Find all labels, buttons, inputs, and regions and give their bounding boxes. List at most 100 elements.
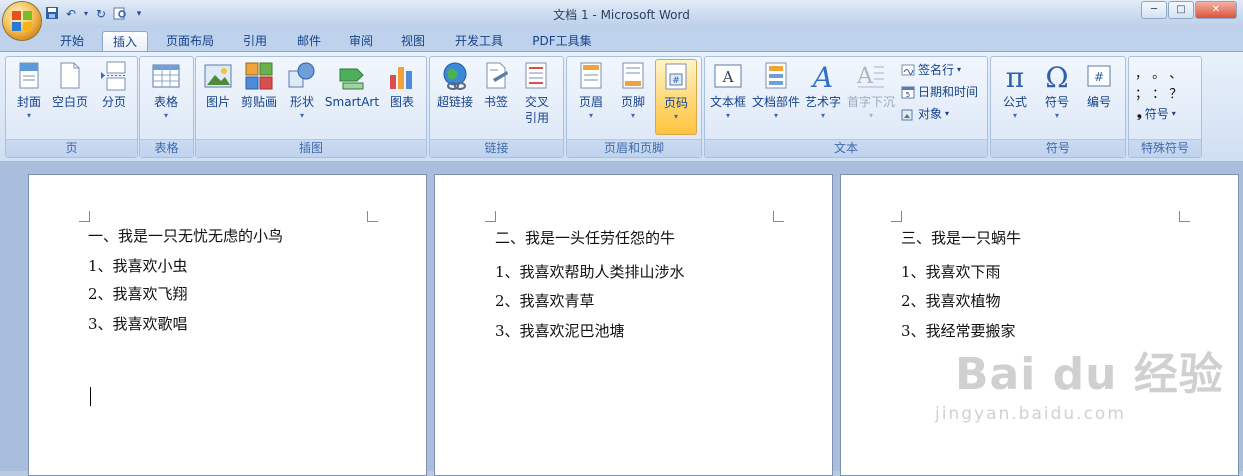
list-item: 1、我喜欢帮助人类排山涉水 bbox=[495, 263, 685, 281]
numbering-icon: # bbox=[1084, 61, 1114, 91]
crop-mark bbox=[485, 211, 496, 222]
omega-icon: Ω bbox=[1042, 61, 1072, 94]
cover-page-icon bbox=[14, 61, 44, 91]
window-controls: ─ □ ✕ bbox=[1141, 1, 1237, 19]
punctuation-row-1[interactable]: ， 。 、 bbox=[1135, 63, 1182, 82]
chart-icon bbox=[387, 61, 417, 91]
minimize-button[interactable]: ─ bbox=[1141, 1, 1167, 19]
tab-home[interactable]: 开始 bbox=[48, 31, 96, 51]
group-label-symbols: 符号 bbox=[991, 139, 1125, 157]
date-time-button[interactable]: 5 日期和时间 bbox=[901, 83, 978, 100]
globe-link-icon bbox=[440, 61, 470, 91]
document-page-2[interactable]: 二、我是一头任劳任怨的牛 1、我喜欢帮助人类排山涉水 2、我喜欢青草 3、我喜欢… bbox=[434, 174, 833, 476]
chevron-down-icon: ▾ bbox=[868, 111, 873, 120]
page-heading: 三、我是一只蜗牛 bbox=[901, 229, 1022, 247]
clipart-button[interactable]: 剪贴画 bbox=[238, 61, 280, 110]
drop-cap-button[interactable]: A 首字下沉 ▾ bbox=[845, 61, 897, 122]
picture-button[interactable]: 图片 bbox=[200, 61, 236, 110]
chevron-down-icon: ▾ bbox=[957, 65, 962, 74]
cover-page-button[interactable]: 封面 ▾ bbox=[10, 61, 48, 122]
group-symbols: π 公式 ▾ Ω 符号 ▾ # 编号 符号 bbox=[990, 56, 1126, 158]
close-button[interactable]: ✕ bbox=[1195, 1, 1237, 19]
list-item: 2、我喜欢青草 bbox=[495, 292, 595, 310]
svg-text:Ω: Ω bbox=[1045, 61, 1068, 91]
tab-insert[interactable]: 插入 bbox=[102, 31, 148, 52]
shapes-button[interactable]: 形状 ▾ bbox=[284, 61, 320, 122]
chevron-down-icon: ▾ bbox=[725, 111, 730, 120]
object-icon bbox=[901, 107, 915, 121]
cross-reference-button[interactable]: 交叉 引用 bbox=[518, 61, 556, 126]
chevron-down-icon: ▾ bbox=[945, 109, 950, 118]
group-label-links: 链接 bbox=[430, 139, 563, 157]
wordart-button[interactable]: A 艺术字 ▾ bbox=[803, 61, 843, 122]
list-item: 3、我喜欢泥巴池塘 bbox=[495, 322, 625, 340]
hyperlink-button[interactable]: 超链接 bbox=[434, 61, 476, 110]
ribbon-tabs: 开始 插入 页面布局 引用 邮件 审阅 视图 开发工具 PDF工具集 bbox=[0, 28, 1243, 52]
tab-page-layout[interactable]: 页面布局 bbox=[156, 31, 224, 51]
page-number-button[interactable]: # 页码 ▾ bbox=[655, 59, 697, 135]
bookmark-button[interactable]: 书签 bbox=[478, 61, 514, 110]
bookmark-icon bbox=[481, 61, 511, 91]
smartart-icon bbox=[337, 61, 367, 91]
crop-mark bbox=[891, 211, 902, 222]
ribbon: 封面 ▾ 空白页 分页 页 表格 ▾ 表格 图片 剪贴画 形状 ▾ SmartA… bbox=[0, 51, 1243, 162]
footer-icon bbox=[618, 61, 648, 91]
blank-page-icon bbox=[55, 61, 85, 91]
symbol-button[interactable]: Ω 符号 ▾ bbox=[1037, 61, 1077, 122]
header-button[interactable]: 页眉 ▾ bbox=[571, 61, 611, 122]
chevron-down-icon: ▾ bbox=[299, 111, 304, 120]
tab-developer[interactable]: 开发工具 bbox=[446, 31, 512, 51]
blank-page-button[interactable]: 空白页 bbox=[50, 61, 90, 110]
document-page-1[interactable]: 一、我是一只无忧无虑的小鸟 1、我喜欢小虫 2、我喜欢飞翔 3、我喜欢歌唱 bbox=[28, 174, 427, 476]
maximize-button[interactable]: □ bbox=[1168, 1, 1194, 19]
window-title: 文档 1 - Microsoft Word bbox=[553, 8, 690, 22]
tab-pdf-tools[interactable]: PDF工具集 bbox=[524, 31, 600, 51]
svg-text:#: # bbox=[1094, 70, 1104, 84]
svg-text:#: # bbox=[672, 76, 680, 86]
group-label-header-footer: 页眉和页脚 bbox=[567, 139, 701, 157]
tab-mailings[interactable]: 邮件 bbox=[288, 31, 330, 51]
text-box-button[interactable]: A 文本框 ▾ bbox=[707, 61, 749, 122]
footer-button[interactable]: 页脚 ▾ bbox=[613, 61, 653, 122]
document-area[interactable]: 一、我是一只无忧无虑的小鸟 1、我喜欢小虫 2、我喜欢飞翔 3、我喜欢歌唱 二、… bbox=[0, 161, 1243, 476]
table-button[interactable]: 表格 ▾ bbox=[146, 61, 186, 122]
wordart-icon: A bbox=[808, 61, 838, 94]
group-links: 超链接 书签 交叉 引用 链接 bbox=[429, 56, 564, 158]
object-button[interactable]: 对象 ▾ bbox=[901, 105, 949, 122]
calendar-icon: 5 bbox=[901, 85, 915, 99]
page-heading: 二、我是一头任劳任怨的牛 bbox=[495, 229, 676, 247]
page-heading: 一、我是一只无忧无虑的小鸟 bbox=[88, 227, 284, 245]
document-page-3[interactable]: 三、我是一只蜗牛 1、我喜欢下雨 2、我喜欢植物 3、我经常要搬家 bbox=[840, 174, 1239, 476]
punctuation-row-2[interactable]: ； ： ？ bbox=[1135, 83, 1182, 102]
group-special-symbols: ， 。 、 ； ： ？ ❟ 符号 ▾ 特殊符号 bbox=[1128, 56, 1202, 158]
text-cursor bbox=[90, 387, 91, 406]
tab-review[interactable]: 审阅 bbox=[340, 31, 382, 51]
equation-button[interactable]: π 公式 ▾ bbox=[995, 61, 1035, 122]
header-icon bbox=[576, 61, 606, 91]
group-label-illustrations: 插图 bbox=[196, 139, 426, 157]
numbering-button[interactable]: # 编号 bbox=[1079, 61, 1119, 110]
office-button[interactable] bbox=[3, 2, 41, 40]
signature-line-button[interactable]: 签名行 ▾ bbox=[901, 61, 961, 78]
special-symbol-button[interactable]: ❟ 符号 ▾ bbox=[1137, 105, 1176, 122]
chevron-down-icon: ▾ bbox=[673, 112, 678, 121]
tab-view[interactable]: 视图 bbox=[392, 31, 434, 51]
group-text: A 文本框 ▾ 文档部件 ▾ A 艺术字 ▾ A 首字下沉 ▾ 签名行 ▾ 5 … bbox=[704, 56, 988, 158]
office-logo-icon bbox=[12, 11, 32, 31]
tab-references[interactable]: 引用 bbox=[234, 31, 276, 51]
group-pages: 封面 ▾ 空白页 分页 页 bbox=[5, 56, 138, 158]
page-break-button[interactable]: 分页 bbox=[96, 61, 132, 110]
quick-parts-button[interactable]: 文档部件 ▾ bbox=[751, 61, 801, 122]
crop-mark bbox=[773, 211, 784, 222]
title-bar: ↶ ▾ ↻ ▾ 文档 1 - Microsoft Word ─ □ ✕ bbox=[0, 0, 1243, 40]
smartart-button[interactable]: SmartArt bbox=[322, 61, 382, 110]
svg-text:A: A bbox=[810, 61, 833, 91]
group-illustrations: 图片 剪贴画 形状 ▾ SmartArt 图表 插图 bbox=[195, 56, 427, 158]
group-label-tables: 表格 bbox=[140, 139, 193, 157]
chevron-down-icon: ▾ bbox=[26, 111, 31, 120]
group-tables: 表格 ▾ 表格 bbox=[139, 56, 194, 158]
svg-text:5: 5 bbox=[906, 91, 910, 99]
chevron-down-icon: ▾ bbox=[630, 111, 635, 120]
page-number-icon: # bbox=[661, 62, 691, 92]
chart-button[interactable]: 图表 bbox=[384, 61, 420, 110]
